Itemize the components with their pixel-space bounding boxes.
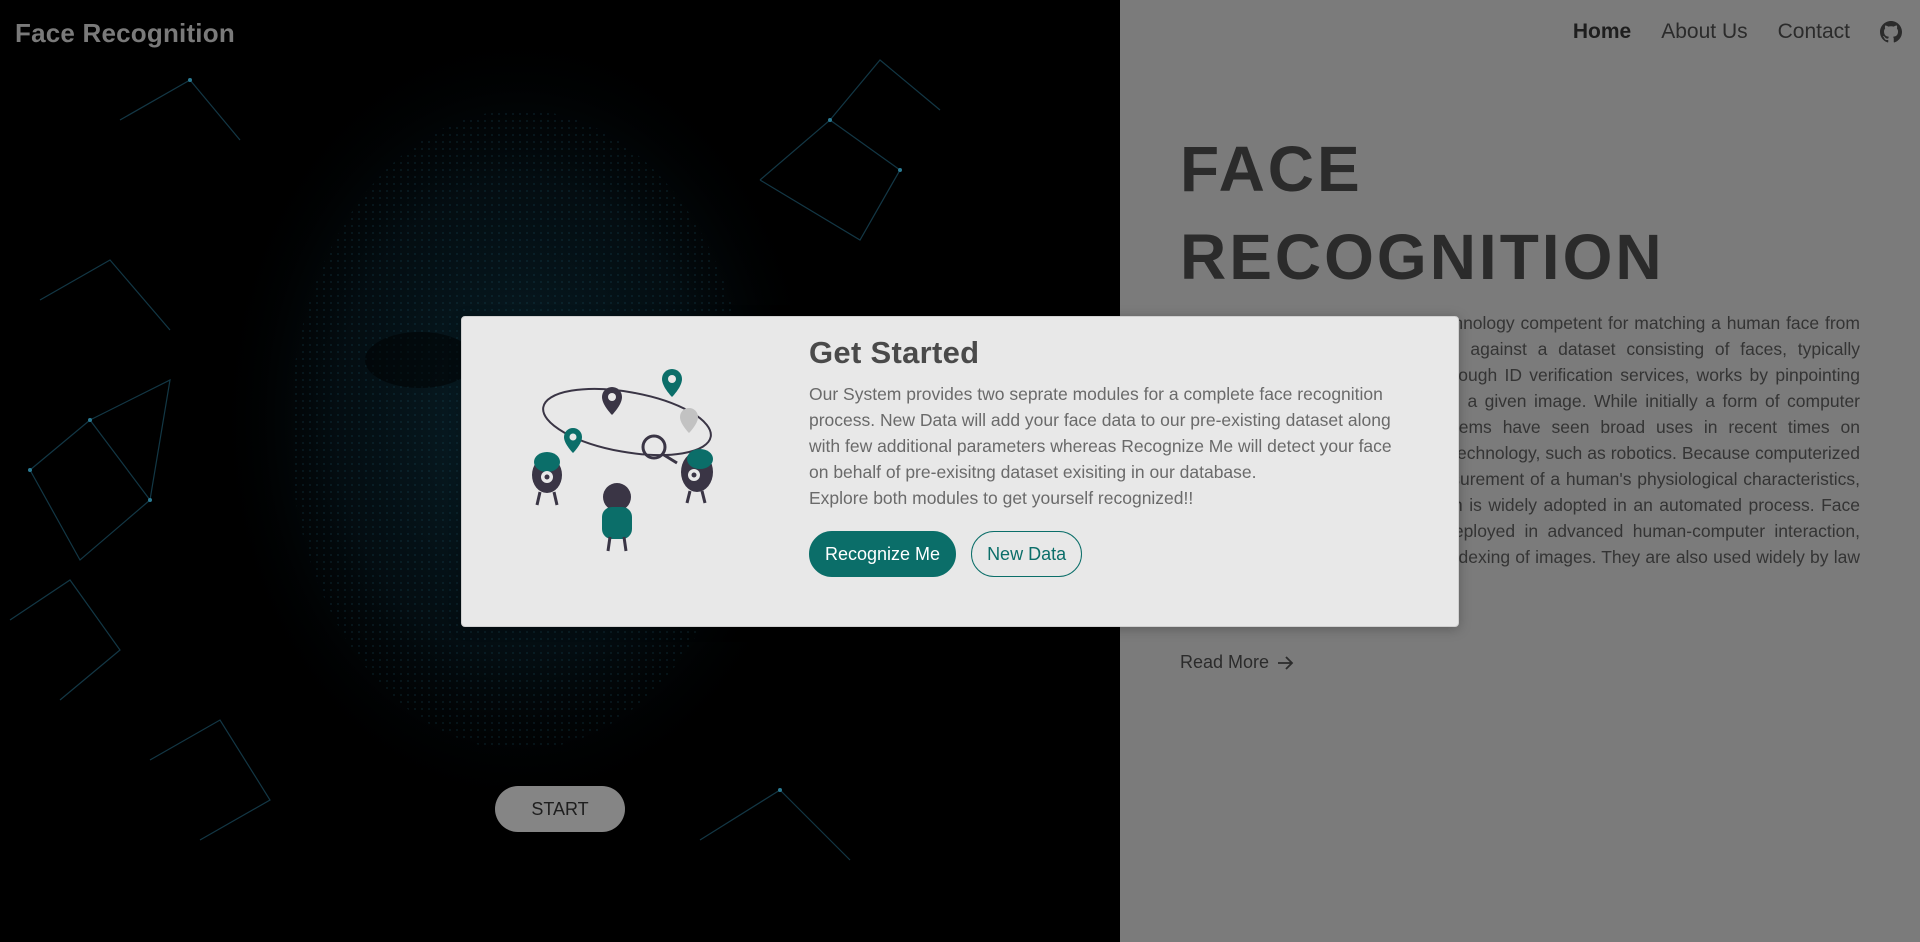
nav-link-contact[interactable]: Contact: [1778, 20, 1850, 44]
start-button[interactable]: START: [495, 786, 625, 832]
arrow-right-icon: [1278, 655, 1294, 670]
hero-title-line-1: FACE: [1180, 133, 1363, 205]
modal-explore-text: Explore both modules to get yourself rec…: [809, 488, 1194, 508]
recognize-me-button[interactable]: Recognize Me: [809, 531, 957, 577]
modal-body: Get Started Our System provides two sepr…: [809, 335, 1409, 577]
modal-actions: Recognize Me New Data: [809, 531, 1409, 577]
hero-title-line-2: RECOGNITION: [1180, 221, 1665, 293]
top-navigation: Home About Us Contact: [1573, 20, 1902, 44]
hero-title: FACE RECOGNITION: [1180, 125, 1665, 301]
modal-description: Our System provides two seprate modules …: [809, 384, 1392, 482]
nav-link-home[interactable]: Home: [1573, 20, 1631, 44]
read-more-link[interactable]: Read More: [1180, 652, 1295, 673]
brand-logo[interactable]: Face Recognition: [15, 18, 235, 49]
new-data-button[interactable]: New Data: [971, 531, 1083, 577]
modal-title: Get Started: [809, 335, 980, 370]
get-started-modal: Get Started Our System provides two sepr…: [461, 316, 1459, 627]
github-icon[interactable]: [1880, 21, 1902, 43]
nav-link-about-us[interactable]: About Us: [1661, 20, 1747, 44]
location-characters-illustration: [532, 369, 713, 552]
read-more-label: Read More: [1180, 652, 1270, 672]
